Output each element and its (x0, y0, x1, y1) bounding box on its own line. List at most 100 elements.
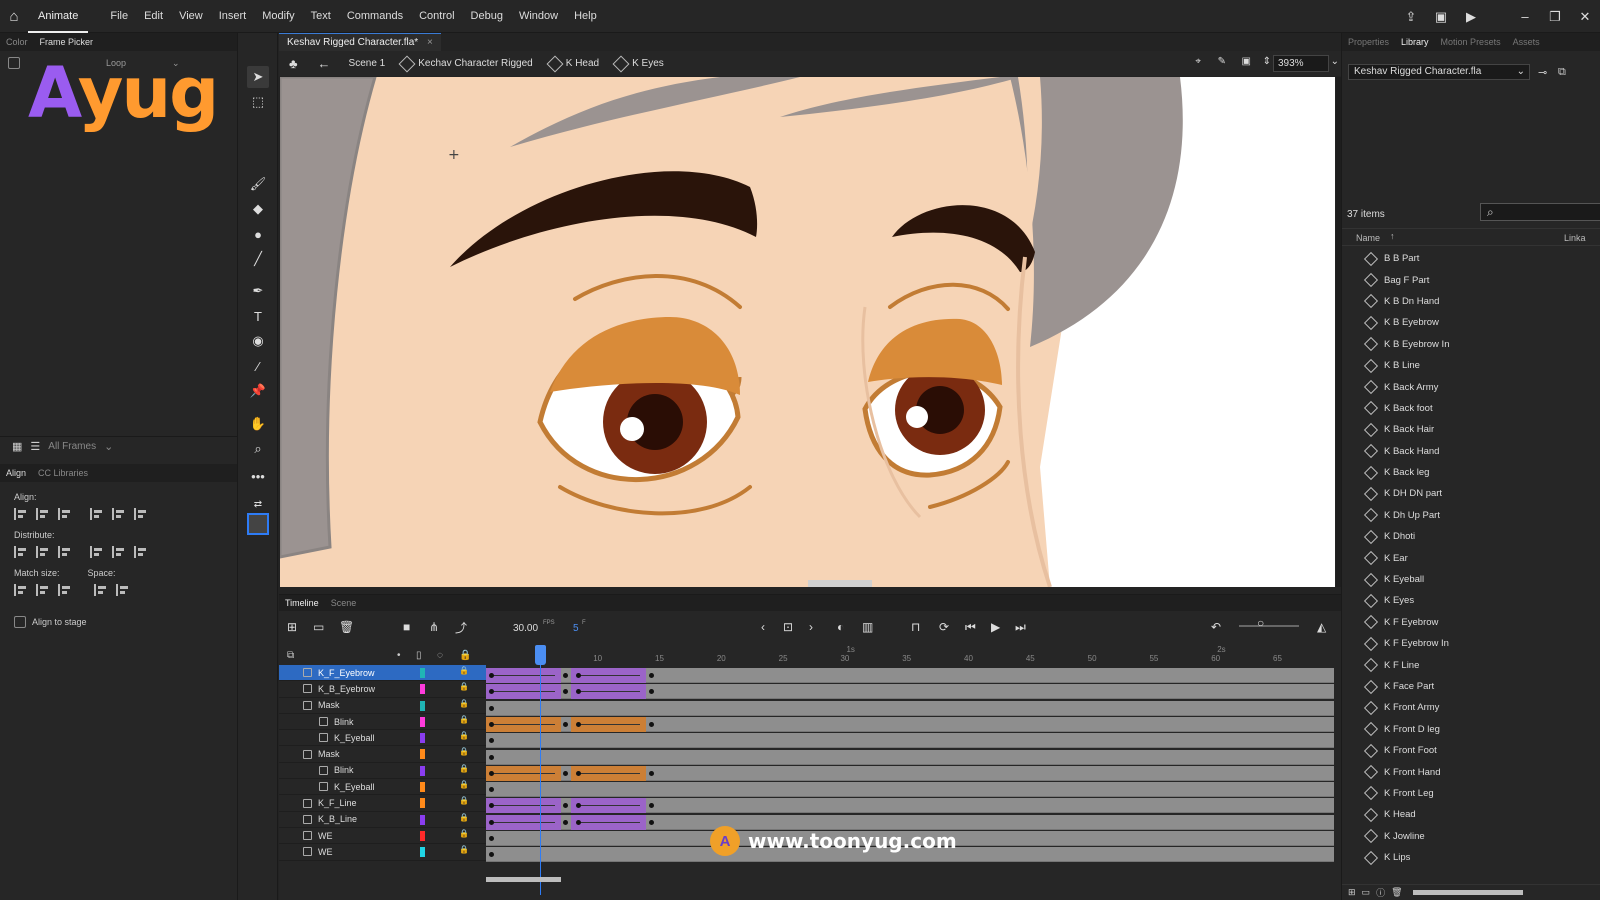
layer-type-icon[interactable] (303, 668, 312, 678)
new-folder-icon[interactable]: ▭ (1362, 887, 1371, 898)
highlight-icon[interactable]: • (397, 650, 401, 661)
keyframe[interactable] (576, 673, 581, 678)
align-vcenter-icon[interactable] (112, 508, 126, 520)
menu-item-text[interactable]: Text (303, 10, 339, 22)
library-item[interactable]: K Face Part (1342, 676, 1600, 697)
lock-icon[interactable]: 🔒 (459, 845, 469, 854)
menu-item-commands[interactable]: Commands (339, 10, 411, 22)
tab-frame-picker[interactable]: Frame Picker (34, 37, 100, 47)
app-name-tab[interactable]: Animate (28, 0, 89, 33)
column-name[interactable]: Name (1356, 233, 1380, 243)
layer-row[interactable]: WE 🔒 (279, 828, 486, 845)
checkbox-icon[interactable] (8, 57, 20, 69)
menu-item-window[interactable]: Window (511, 10, 566, 22)
breadcrumb-symbol-2[interactable]: K Head (541, 55, 607, 72)
keyframe[interactable] (489, 673, 494, 678)
layer-color-swatch[interactable] (420, 668, 425, 678)
layer-type-icon[interactable] (303, 684, 312, 694)
step-back-icon[interactable]: ⏮ (965, 620, 976, 635)
menu-item-file[interactable]: File (102, 10, 136, 22)
library-item[interactable]: K F Line (1342, 654, 1600, 675)
test-movie-icon[interactable]: ▶ (1456, 9, 1486, 25)
frame-row[interactable] (486, 749, 1334, 765)
library-item[interactable]: K Back Hand (1342, 441, 1600, 462)
swap-colors-icon[interactable]: ⇄ (247, 493, 269, 515)
align-hcenter-icon[interactable] (36, 508, 50, 520)
fill-stroke-swatch-icon[interactable] (247, 513, 269, 535)
graph-icon[interactable]: ⤴ (455, 619, 467, 636)
keyframe[interactable] (563, 689, 568, 695)
fit-frames-icon[interactable]: ◭ (1317, 620, 1326, 634)
library-file-select[interactable]: Keshav Rigged Character.fla ⌄ (1348, 64, 1530, 80)
library-item[interactable]: K B Line (1342, 355, 1600, 376)
brush-tool-icon[interactable]: 🖌 (247, 173, 269, 195)
outline-icon[interactable]: ▯ (416, 650, 422, 661)
tab-color[interactable]: Color (0, 37, 34, 47)
tween-span[interactable] (486, 684, 561, 700)
distribute-top-icon[interactable] (14, 546, 28, 558)
lock-icon[interactable]: 🔒 (459, 715, 469, 724)
frame-row[interactable] (486, 765, 1334, 781)
zoom-input[interactable]: 393% (1273, 55, 1329, 72)
lock-icon[interactable]: 🔒 (459, 731, 469, 740)
layer-color-swatch[interactable] (420, 749, 425, 760)
lock-icon[interactable]: 🔒 (459, 796, 469, 805)
keyframe[interactable] (489, 721, 494, 727)
layer-row[interactable]: K_Eyeball 🔒 (279, 779, 486, 796)
space-vertical-icon[interactable] (94, 584, 108, 596)
keyframe[interactable] (563, 770, 568, 776)
library-item[interactable]: K Front D leg (1342, 719, 1600, 740)
layer-color-swatch[interactable] (420, 847, 425, 858)
align-bottom-icon[interactable] (134, 508, 148, 520)
menu-item-edit[interactable]: Edit (136, 10, 171, 22)
menu-item-control[interactable]: Control (411, 10, 462, 22)
tween-span[interactable] (571, 798, 646, 814)
free-transform-tool-icon[interactable]: ⬚ (247, 91, 269, 113)
keyframe[interactable] (563, 721, 568, 727)
step-forward-icon[interactable]: ⏭ (1015, 620, 1026, 635)
menu-item-help[interactable]: Help (566, 10, 605, 22)
tween-span[interactable] (571, 814, 646, 830)
layer-row[interactable]: K_F_Eyebrow 🔒 (279, 665, 486, 682)
layer-color-swatch[interactable] (420, 830, 425, 841)
distribute-hcenter-icon[interactable] (112, 546, 126, 558)
new-library-panel-icon[interactable]: ⧉ (1558, 66, 1566, 79)
lock-icon[interactable]: 🔒 (459, 682, 469, 691)
library-item[interactable]: K Head (1342, 804, 1600, 825)
visibility-icon[interactable]: ◌ (437, 650, 443, 661)
keyframe[interactable] (489, 852, 494, 858)
lock-icon[interactable]: 🔒 (459, 650, 471, 661)
play-icon[interactable]: ▶ (991, 620, 1000, 634)
layer-row[interactable]: Blink 🔒 (279, 714, 486, 731)
keyframe[interactable] (649, 770, 654, 776)
tween-span[interactable] (486, 668, 561, 683)
tab-library[interactable]: Library (1395, 37, 1435, 47)
layer-color-swatch[interactable] (420, 733, 425, 744)
home-icon[interactable]: ⌂ (0, 0, 28, 33)
layer-type-icon[interactable] (319, 733, 328, 743)
keyframe[interactable] (576, 819, 581, 825)
keyframe[interactable] (489, 787, 494, 793)
frame-ruler[interactable]: 10 15 20 25 30 35 40 45 50 55 60 65 1s 2s (486, 645, 1334, 665)
library-item[interactable]: B B Part (1342, 248, 1600, 269)
layer-color-swatch[interactable] (420, 798, 425, 809)
align-top-icon[interactable] (90, 508, 104, 520)
layer-type-icon[interactable] (303, 847, 312, 857)
lock-icon[interactable]: 🔒 (459, 813, 469, 822)
chevron-down-icon[interactable]: ⌄ (1331, 56, 1339, 67)
library-item[interactable]: K B Dn Hand (1342, 291, 1600, 312)
layer-depth-icon[interactable]: ⋔ (429, 620, 439, 634)
zoom-stepper-icon[interactable]: ⇕ (1263, 56, 1271, 67)
lock-icon[interactable]: 🔒 (459, 666, 469, 675)
library-item[interactable]: K Eyes (1342, 590, 1600, 611)
layer-row[interactable]: Mask 🔒 (279, 698, 486, 714)
pin-tool-icon[interactable]: 📌 (247, 380, 269, 402)
menu-item-modify[interactable]: Modify (254, 10, 302, 22)
loop-icon[interactable]: ⊓ (911, 620, 920, 634)
layer-row[interactable]: K_B_Line 🔒 (279, 812, 486, 828)
keyframe[interactable] (649, 819, 654, 825)
frame-row[interactable] (486, 668, 1334, 683)
column-linkage[interactable]: Linka (1564, 233, 1586, 243)
tween-span[interactable] (571, 668, 646, 683)
frame-row[interactable] (486, 782, 1334, 798)
